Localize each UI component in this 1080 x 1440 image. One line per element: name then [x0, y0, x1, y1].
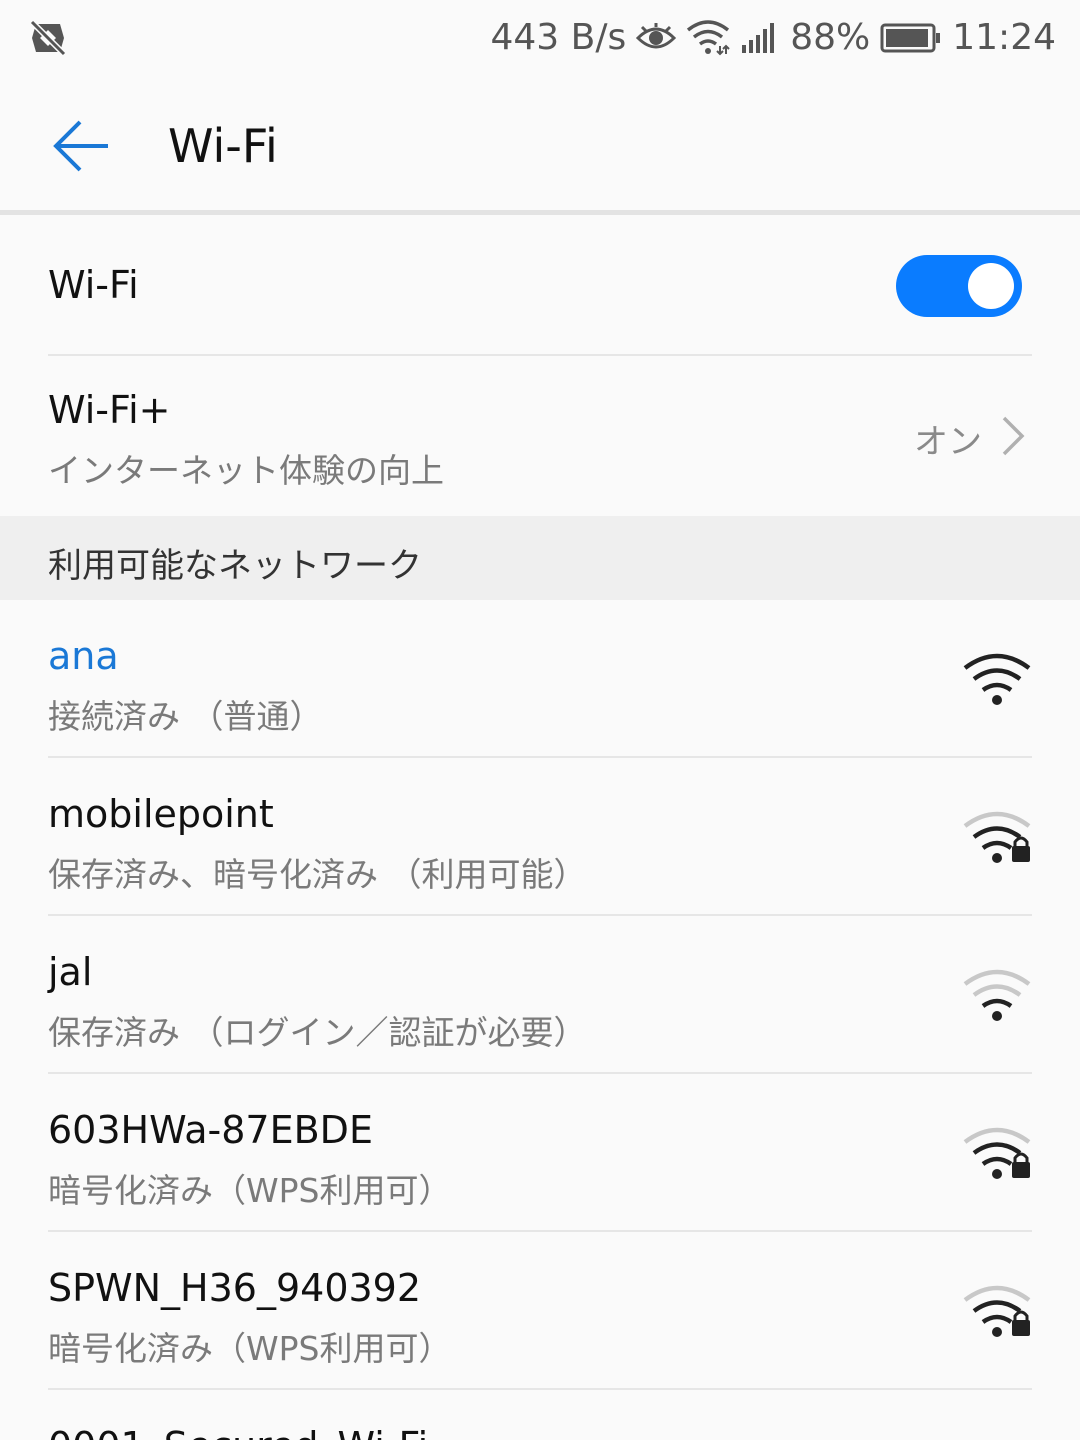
app-bar: Wi-Fi: [0, 76, 1080, 210]
wifi-switch[interactable]: [896, 255, 1022, 317]
battery-percent: 88%: [790, 17, 871, 58]
wifi-plus-row[interactable]: Wi-Fi+ インターネット体験の向上 オン: [0, 356, 1080, 516]
wifi-settings-screen: 443 B/s 88% 11:24 Wi-Fi Wi-Fi Wi-Fi+ インタ…: [0, 0, 1080, 1440]
wifi-plus-title: Wi-Fi+: [48, 388, 171, 432]
eye-comfort-icon: [636, 23, 677, 49]
wifi-toggle-label: Wi-Fi: [48, 263, 139, 307]
status-bar: 443 B/s 88% 11:24: [0, 0, 1080, 76]
wifi-signal-locked-icon: [963, 1127, 1031, 1179]
wifi-toggle-row[interactable]: Wi-Fi: [0, 215, 1080, 356]
status-right-cluster: 443 B/s 88% 11:24: [490, 0, 1056, 76]
wifi-signal-locked-icon: [963, 811, 1031, 863]
notification-muted-icon: [29, 19, 67, 57]
wifi-status-icon: [687, 20, 730, 56]
chevron-right-icon: [1002, 416, 1025, 456]
network-item-0001-secured[interactable]: 0001_Secured_Wi-Fi: [0, 1390, 1080, 1440]
page-title: Wi-Fi: [168, 119, 278, 173]
arrow-left-icon: [53, 120, 108, 172]
network-item-603hwa[interactable]: 603HWa-87EBDE 暗号化済み（WPS利用可）: [0, 1074, 1080, 1232]
wifi-switch-knob: [968, 263, 1014, 309]
network-item-mobilepoint[interactable]: mobilepoint 保存済み、暗号化済み （利用可能）: [0, 758, 1080, 916]
network-item-spwn[interactable]: SPWN_H36_940392 暗号化済み（WPS利用可）: [0, 1232, 1080, 1390]
back-button[interactable]: [40, 104, 124, 188]
wifi-signal-locked-icon: [963, 1285, 1031, 1337]
wifi-plus-subtitle: インターネット体験の向上: [48, 451, 444, 490]
network-status: 暗号化済み（WPS利用可）: [48, 1171, 452, 1210]
battery-icon: [880, 23, 941, 53]
wifi-plus-value: オン: [914, 422, 982, 462]
wifi-signal-strong-icon: [963, 653, 1031, 705]
network-name: mobilepoint: [48, 792, 274, 836]
network-item-ana[interactable]: ana 接続済み （普通）: [0, 600, 1080, 758]
network-name: 0001_Secured_Wi-Fi: [48, 1424, 428, 1440]
network-name: 603HWa-87EBDE: [48, 1108, 373, 1152]
network-name: SPWN_H36_940392: [48, 1266, 422, 1310]
network-status: 暗号化済み（WPS利用可）: [48, 1329, 452, 1368]
network-name: ana: [48, 634, 119, 678]
wifi-signal-weak-icon: [963, 969, 1031, 1021]
network-speed: 443 B/s: [490, 17, 627, 58]
clock: 11:24: [952, 17, 1056, 58]
network-name: jal: [48, 950, 93, 994]
network-item-jal[interactable]: jal 保存済み （ログイン／認証が必要）: [0, 916, 1080, 1074]
available-networks-header: 利用可能なネットワーク: [0, 516, 1080, 600]
network-status: 保存済み、暗号化済み （利用可能）: [48, 855, 587, 894]
network-status: 保存済み （ログイン／認証が必要）: [48, 1013, 587, 1052]
cellular-signal-icon: [742, 23, 775, 53]
network-status: 接続済み （普通）: [48, 697, 323, 736]
